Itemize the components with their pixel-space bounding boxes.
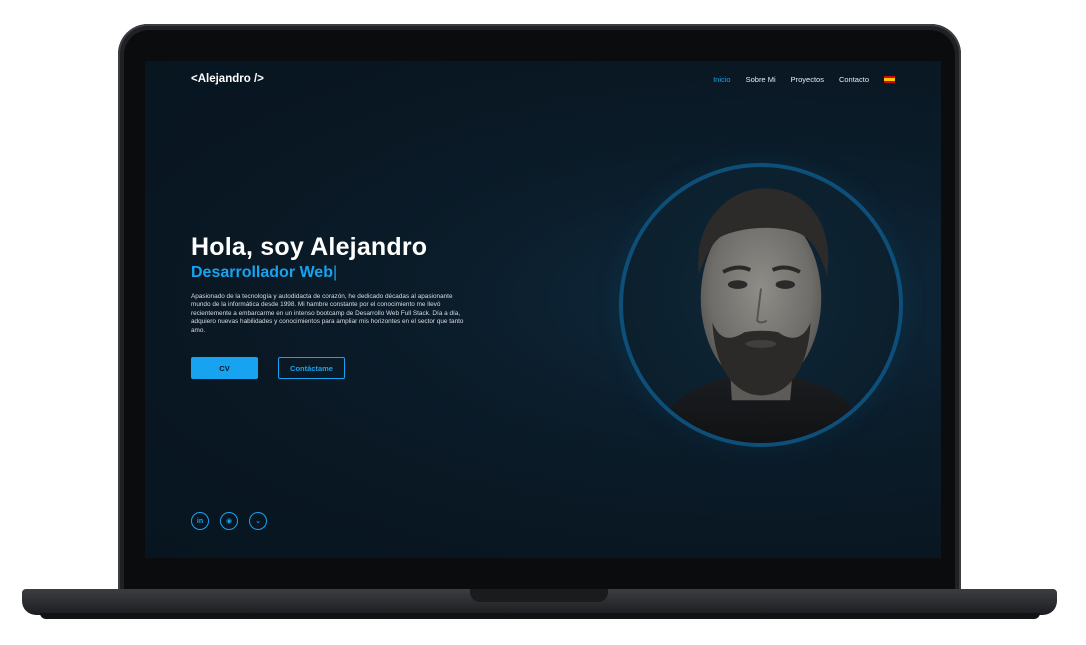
main-nav: Inicio Sobre Mi Proyectos Contacto (713, 75, 895, 84)
hero-description: Apasionado de la tecnología y autodidact… (191, 293, 464, 334)
cv-button[interactable]: CV (191, 357, 258, 379)
typing-caret: | (332, 264, 338, 281)
site-logo[interactable]: <Alejandro /> (191, 73, 264, 85)
hero-subtitle-text: Desarrollador Web (191, 264, 333, 281)
laptop-notch (470, 589, 608, 602)
hero-title: Hola, soy Alejandro (191, 233, 428, 261)
nav-link-inicio[interactable]: Inicio (713, 75, 731, 84)
nav-link-proyectos[interactable]: Proyectos (791, 75, 824, 84)
linkedin-icon[interactable]: in (191, 512, 209, 530)
contact-button[interactable]: Contáctame (278, 357, 345, 379)
github-icon[interactable]: ◉ (220, 512, 238, 530)
website-screen: <Alejandro /> Inicio Sobre Mi Proyectos … (145, 61, 941, 558)
profile-photo (619, 163, 903, 447)
nav-link-contacto[interactable]: Contacto (839, 75, 869, 84)
laptop-mockup: <Alejandro /> Inicio Sobre Mi Proyectos … (0, 0, 1086, 645)
profile-photo-illustration (652, 188, 872, 443)
spain-flag-icon[interactable] (884, 76, 895, 83)
nav-link-sobre-mi[interactable]: Sobre Mi (746, 75, 776, 84)
gitlab-icon[interactable]: ⌄ (249, 512, 267, 530)
laptop-base-shadow (40, 613, 1040, 619)
social-links: in ◉ ⌄ (191, 512, 267, 530)
hero-subtitle: Desarrollador Web| (191, 264, 337, 282)
